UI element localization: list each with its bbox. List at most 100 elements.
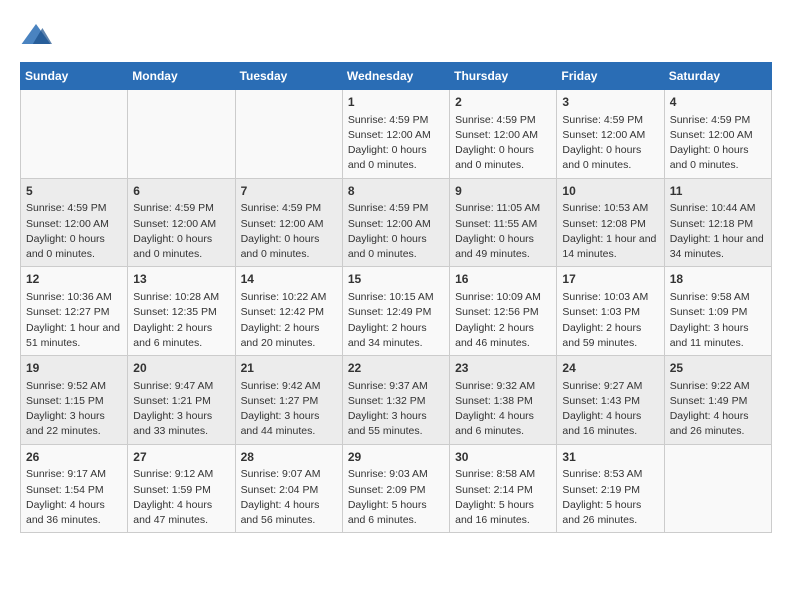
calendar-cell: 20 Sunrise: 9:47 AM Sunset: 1:21 PM Dayli… (128, 356, 235, 445)
day-number: 23 (455, 360, 551, 377)
calendar-header-tuesday: Tuesday (235, 63, 342, 90)
day-info: Sunrise: 9:42 AM Sunset: 1:27 PM Dayligh… (241, 379, 337, 440)
day-info: Sunrise: 10:36 AM Sunset: 12:27 PM Dayli… (26, 290, 122, 351)
calendar-cell: 31Sunrise: 8:53 AM Sunset: 2:19 PM Dayli… (557, 444, 664, 533)
day-info: Sunrise: 9:47 AM Sunset: 1:21 PM Dayligh… (133, 379, 229, 440)
calendar-week-row: 5Sunrise: 4:59 PM Sunset: 12:00 AM Dayli… (21, 178, 772, 267)
calendar-cell (235, 90, 342, 179)
day-number: 3 (562, 94, 658, 111)
calendar-cell: 2Sunrise: 4:59 PM Sunset: 12:00 AM Dayli… (450, 90, 557, 179)
calendar-cell: 11Sunrise: 10:44 AM Sunset: 12:18 PM Day… (664, 178, 771, 267)
day-number: 11 (670, 183, 766, 200)
calendar-cell: 21 Sunrise: 9:42 AM Sunset: 1:27 PM Dayli… (235, 356, 342, 445)
day-number: 6 (133, 183, 229, 200)
day-number: 31 (562, 449, 658, 466)
day-number: 22 (348, 360, 444, 377)
calendar-cell: 23Sunrise: 9:32 AM Sunset: 1:38 PM Dayli… (450, 356, 557, 445)
calendar-cell: 3 Sunrise: 4:59 PM Sunset: 12:00 AM Dayli… (557, 90, 664, 179)
calendar-header-thursday: Thursday (450, 63, 557, 90)
day-number: 19 (26, 360, 122, 377)
calendar-week-row: 19 Sunrise: 9:52 AM Sunset: 1:15 PM Dayli… (21, 356, 772, 445)
day-info: Sunrise: 9:58 AM Sunset: 1:09 PM Dayligh… (670, 290, 766, 351)
calendar-week-row: 26Sunrise: 9:17 AM Sunset: 1:54 PM Dayli… (21, 444, 772, 533)
day-number: 29 (348, 449, 444, 466)
calendar-header-sunday: Sunday (21, 63, 128, 90)
day-number: 26 (26, 449, 122, 466)
day-info: Sunrise: 10:28 AM Sunset: 12:35 PM Dayli… (133, 290, 229, 351)
day-number: 24 (562, 360, 658, 377)
calendar-header-monday: Monday (128, 63, 235, 90)
day-number: 21 (241, 360, 337, 377)
day-number: 10 (562, 183, 658, 200)
day-number: 12 (26, 271, 122, 288)
day-number: 17 (562, 271, 658, 288)
day-number: 5 (26, 183, 122, 200)
day-info: Sunrise: 10:03 AM Sunset: 1:03 PM Daylig… (562, 290, 658, 351)
calendar-cell: 10Sunrise: 10:53 AM Sunset: 12:08 PM Day… (557, 178, 664, 267)
day-info: Sunrise: 8:53 AM Sunset: 2:19 PM Dayligh… (562, 467, 658, 528)
calendar-cell: 29Sunrise: 9:03 AM Sunset: 2:09 PM Dayli… (342, 444, 449, 533)
day-info: Sunrise: 10:44 AM Sunset: 12:18 PM Dayli… (670, 201, 766, 262)
day-info: Sunrise: 9:12 AM Sunset: 1:59 PM Dayligh… (133, 467, 229, 528)
page-header (20, 20, 772, 52)
calendar-cell: 26Sunrise: 9:17 AM Sunset: 1:54 PM Dayli… (21, 444, 128, 533)
day-info: Sunrise: 8:58 AM Sunset: 2:14 PM Dayligh… (455, 467, 551, 528)
calendar-cell: 6Sunrise: 4:59 PM Sunset: 12:00 AM Dayli… (128, 178, 235, 267)
calendar-cell: 5Sunrise: 4:59 PM Sunset: 12:00 AM Dayli… (21, 178, 128, 267)
day-info: Sunrise: 4:59 PM Sunset: 12:00 AM Daylig… (241, 201, 337, 262)
day-number: 28 (241, 449, 337, 466)
day-number: 27 (133, 449, 229, 466)
calendar-cell: 9Sunrise: 11:05 AM Sunset: 11:55 AM Dayl… (450, 178, 557, 267)
calendar-cell: 18Sunrise: 9:58 AM Sunset: 1:09 PM Dayli… (664, 267, 771, 356)
day-number: 20 (133, 360, 229, 377)
day-number: 16 (455, 271, 551, 288)
day-info: Sunrise: 4:59 PM Sunset: 12:00 AM Daylig… (348, 201, 444, 262)
day-number: 8 (348, 183, 444, 200)
calendar-cell: 28Sunrise: 9:07 AM Sunset: 2:04 PM Dayli… (235, 444, 342, 533)
calendar-cell: 14 Sunrise: 10:22 AM Sunset: 12:42 PM Day… (235, 267, 342, 356)
day-info: Sunrise: 9:37 AM Sunset: 1:32 PM Dayligh… (348, 379, 444, 440)
day-info: Sunrise: 4:59 PM Sunset: 12:00 AM Daylig… (26, 201, 122, 262)
calendar-cell: 24 Sunrise: 9:27 AM Sunset: 1:43 PM Dayli… (557, 356, 664, 445)
day-number: 25 (670, 360, 766, 377)
calendar-header-row: SundayMondayTuesdayWednesdayThursdayFrid… (21, 63, 772, 90)
day-info: Sunrise: 9:17 AM Sunset: 1:54 PM Dayligh… (26, 467, 122, 528)
calendar-cell: 8Sunrise: 4:59 PM Sunset: 12:00 AM Dayli… (342, 178, 449, 267)
day-info: Sunrise: 10:15 AM Sunset: 12:49 PM Dayli… (348, 290, 444, 351)
calendar-week-row: 12 Sunrise: 10:36 AM Sunset: 12:27 PM Day… (21, 267, 772, 356)
calendar-header-friday: Friday (557, 63, 664, 90)
calendar-header-wednesday: Wednesday (342, 63, 449, 90)
calendar-cell (128, 90, 235, 179)
day-number: 1 (348, 94, 444, 111)
day-info: Sunrise: 9:03 AM Sunset: 2:09 PM Dayligh… (348, 467, 444, 528)
day-info: Sunrise: 9:22 AM Sunset: 1:49 PM Dayligh… (670, 379, 766, 440)
day-number: 15 (348, 271, 444, 288)
calendar-cell: 7Sunrise: 4:59 PM Sunset: 12:00 AM Dayli… (235, 178, 342, 267)
day-info: Sunrise: 4:59 PM Sunset: 12:00 AM Daylig… (670, 113, 766, 174)
calendar-cell: 17 Sunrise: 10:03 AM Sunset: 1:03 PM Dayl… (557, 267, 664, 356)
day-info: Sunrise: 10:53 AM Sunset: 12:08 PM Dayli… (562, 201, 658, 262)
day-number: 7 (241, 183, 337, 200)
day-info: Sunrise: 10:09 AM Sunset: 12:56 PM Dayli… (455, 290, 551, 351)
day-number: 13 (133, 271, 229, 288)
calendar-cell: 27Sunrise: 9:12 AM Sunset: 1:59 PM Dayli… (128, 444, 235, 533)
day-info: Sunrise: 10:22 AM Sunset: 12:42 PM Dayli… (241, 290, 337, 351)
calendar-cell: 4Sunrise: 4:59 PM Sunset: 12:00 AM Dayli… (664, 90, 771, 179)
calendar-table: SundayMondayTuesdayWednesdayThursdayFrid… (20, 62, 772, 533)
calendar-cell: 19 Sunrise: 9:52 AM Sunset: 1:15 PM Dayli… (21, 356, 128, 445)
calendar-cell: 25 Sunrise: 9:22 AM Sunset: 1:49 PM Dayli… (664, 356, 771, 445)
calendar-header-saturday: Saturday (664, 63, 771, 90)
day-info: Sunrise: 9:27 AM Sunset: 1:43 PM Dayligh… (562, 379, 658, 440)
logo-icon (20, 20, 52, 52)
day-number: 30 (455, 449, 551, 466)
day-info: Sunrise: 4:59 PM Sunset: 12:00 AM Daylig… (455, 113, 551, 174)
calendar-cell: 22 Sunrise: 9:37 AM Sunset: 1:32 PM Dayli… (342, 356, 449, 445)
calendar-cell (21, 90, 128, 179)
calendar-cell: 15 Sunrise: 10:15 AM Sunset: 12:49 PM Day… (342, 267, 449, 356)
day-info: Sunrise: 9:07 AM Sunset: 2:04 PM Dayligh… (241, 467, 337, 528)
day-number: 14 (241, 271, 337, 288)
day-info: Sunrise: 4:59 PM Sunset: 12:00 AM Daylig… (562, 113, 658, 174)
calendar-cell (664, 444, 771, 533)
day-info: Sunrise: 9:52 AM Sunset: 1:15 PM Dayligh… (26, 379, 122, 440)
day-info: Sunrise: 4:59 PM Sunset: 12:00 AM Daylig… (348, 113, 444, 174)
